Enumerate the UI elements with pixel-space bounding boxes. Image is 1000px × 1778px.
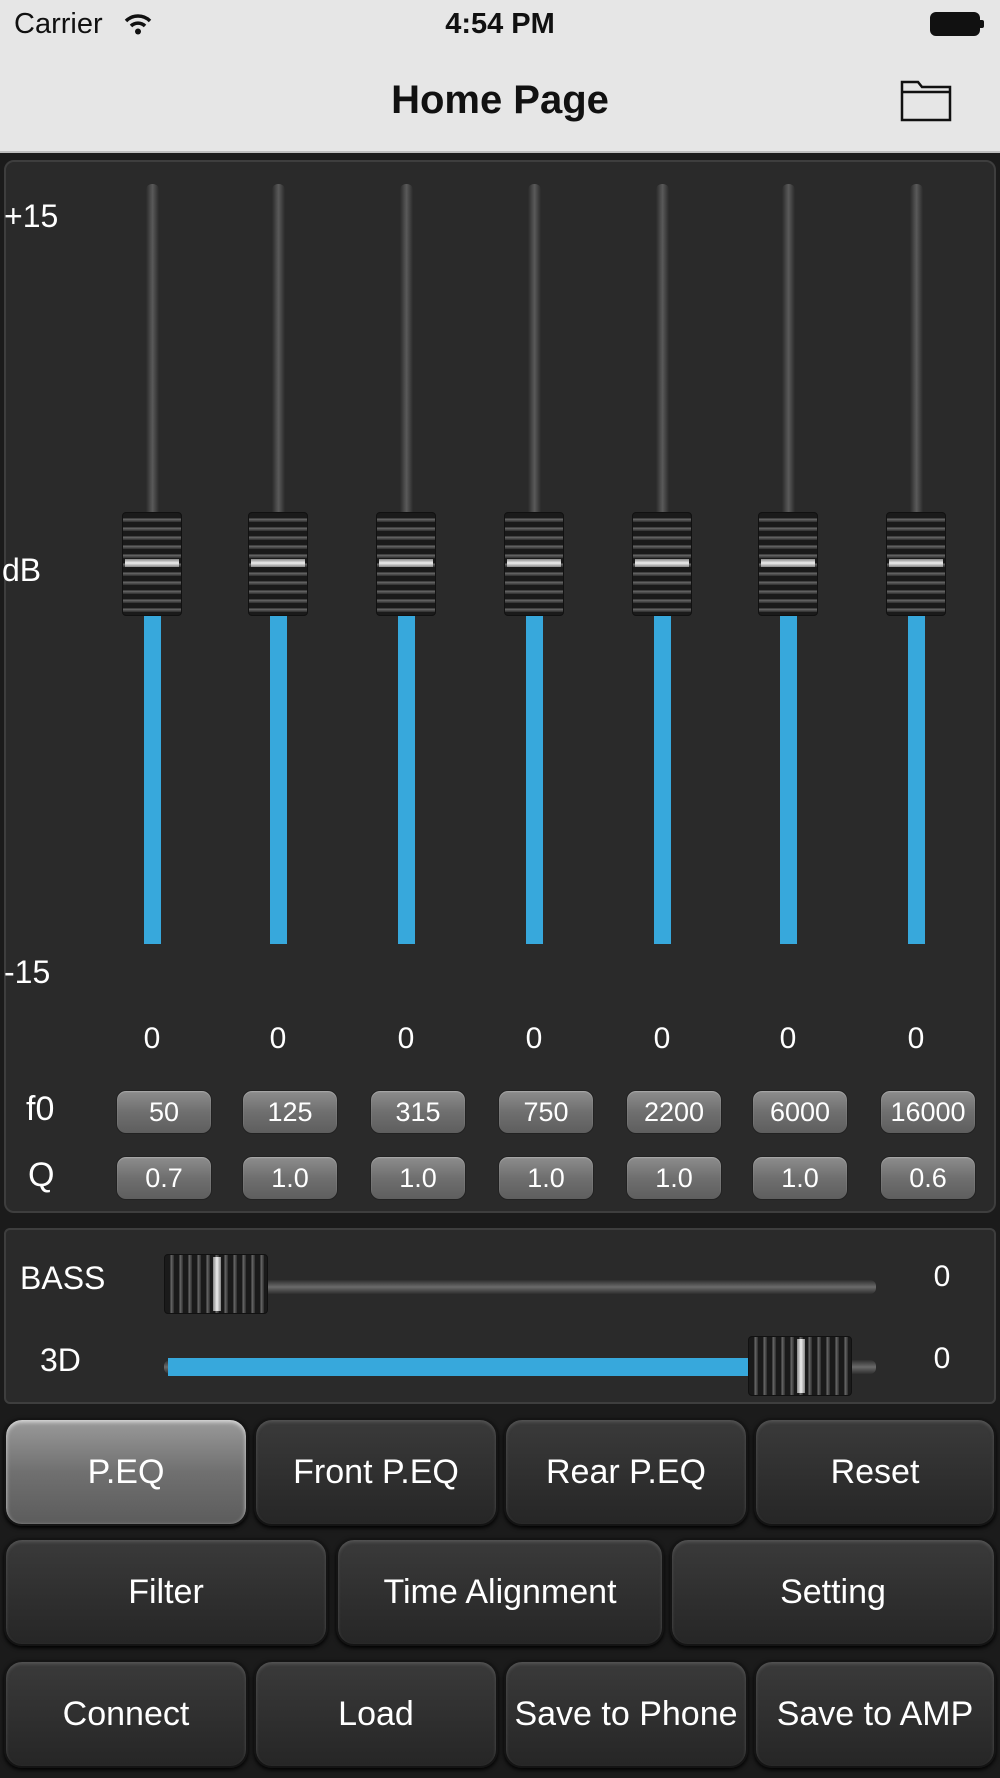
eq-band-knob[interactable] [122,512,182,616]
three-d-slider-knob[interactable] [747,1336,852,1396]
eq-band-track[interactable] [400,184,413,564]
eq-band-f0-button[interactable]: 16000 [880,1090,976,1134]
bass-slider-knob[interactable] [164,1254,268,1314]
eq-band-gain-value: 0 [397,1022,415,1055]
eq-band-knob[interactable] [376,512,436,616]
setting-button[interactable]: Setting [670,1538,996,1646]
eq-band-knob[interactable] [632,512,692,616]
filter-button[interactable]: Filter [4,1538,328,1646]
eq-band-track[interactable] [146,184,159,564]
eq-band-track[interactable] [656,184,669,564]
eq-band-fill [654,564,671,944]
eq-band-gain-value: 0 [525,1022,543,1055]
eq-band-knob[interactable] [758,512,818,616]
battery-icon [930,12,984,36]
eq-band-q-button[interactable]: 0.7 [116,1156,212,1200]
three-d-label: 3D [40,1342,81,1378]
bass-label: BASS [20,1260,106,1296]
eq-band-f0-button[interactable]: 125 [242,1090,338,1134]
eq-band-track[interactable] [910,184,923,564]
eq-band-q-button[interactable]: 0.6 [880,1156,976,1200]
eq-band-fill [908,564,925,944]
tone-panel: BASS 0 3D 0 [4,1228,996,1404]
eq-band-fill [780,564,797,944]
f0-label: f0 [26,1090,55,1128]
eq-band-q-button[interactable]: 1.0 [626,1156,722,1200]
eq-band-gain-value: 0 [143,1022,161,1055]
eq-band-fill [144,564,161,944]
eq-band-f0-button[interactable]: 6000 [752,1090,848,1134]
eq-band-track[interactable] [272,184,285,564]
bass-slider-track[interactable] [164,1280,876,1294]
three-d-value: 0 [933,1342,951,1375]
bass-value: 0 [933,1260,951,1293]
save-to-amp-button[interactable]: Save to AMP [754,1660,996,1768]
connect-button[interactable]: Connect [4,1660,248,1768]
db-max-label: +15 [4,198,59,234]
time-alignment-button[interactable]: Time Alignment [336,1538,664,1646]
page-title: Home Page [391,78,609,122]
eq-band-q-button[interactable]: 1.0 [242,1156,338,1200]
eq-band-track[interactable] [528,184,541,564]
load-button[interactable]: Load [254,1660,498,1768]
eq-band-fill [398,564,415,944]
eq-band-gain-value: 0 [907,1022,925,1055]
db-min-label: -15 [4,954,51,990]
eq-band-knob[interactable] [248,512,308,616]
eq-band-f0-button[interactable]: 315 [370,1090,466,1134]
reset-button[interactable]: Reset [754,1418,996,1526]
top-bar: Carrier 4:54 PM Home Page [0,0,1000,153]
eq-band-fill [270,564,287,944]
eq-panel: +15 dB -15 f0 Q 0 50 0.7 0 125 1.0 0 315 1.0 0 750… [2,160,996,1213]
eq-band-q-button[interactable]: 1.0 [752,1156,848,1200]
eq-band-f0-button[interactable]: 50 [116,1090,212,1134]
eq-band-knob[interactable] [886,512,946,616]
folder-icon[interactable] [900,76,952,122]
db-unit-label: dB [2,552,42,588]
eq-band-f0-button[interactable]: 2200 [626,1090,722,1134]
status-time: 4:54 PM [445,8,555,40]
front-peq-button[interactable]: Front P.EQ [254,1418,498,1526]
q-label: Q [28,1156,55,1194]
eq-band-f0-button[interactable]: 750 [498,1090,594,1134]
eq-band-fill [526,564,543,944]
eq-band-gain-value: 0 [269,1022,287,1055]
eq-band-q-button[interactable]: 1.0 [498,1156,594,1200]
eq-band-track[interactable] [782,184,795,564]
three-d-slider-fill [168,1358,748,1376]
eq-band-gain-value: 0 [653,1022,671,1055]
eq-band-gain-value: 0 [779,1022,797,1055]
peq-button[interactable]: P.EQ [4,1418,248,1526]
rear-peq-button[interactable]: Rear P.EQ [504,1418,748,1526]
eq-band-knob[interactable] [504,512,564,616]
save-to-phone-button[interactable]: Save to Phone [504,1660,748,1768]
eq-band-q-button[interactable]: 1.0 [370,1156,466,1200]
